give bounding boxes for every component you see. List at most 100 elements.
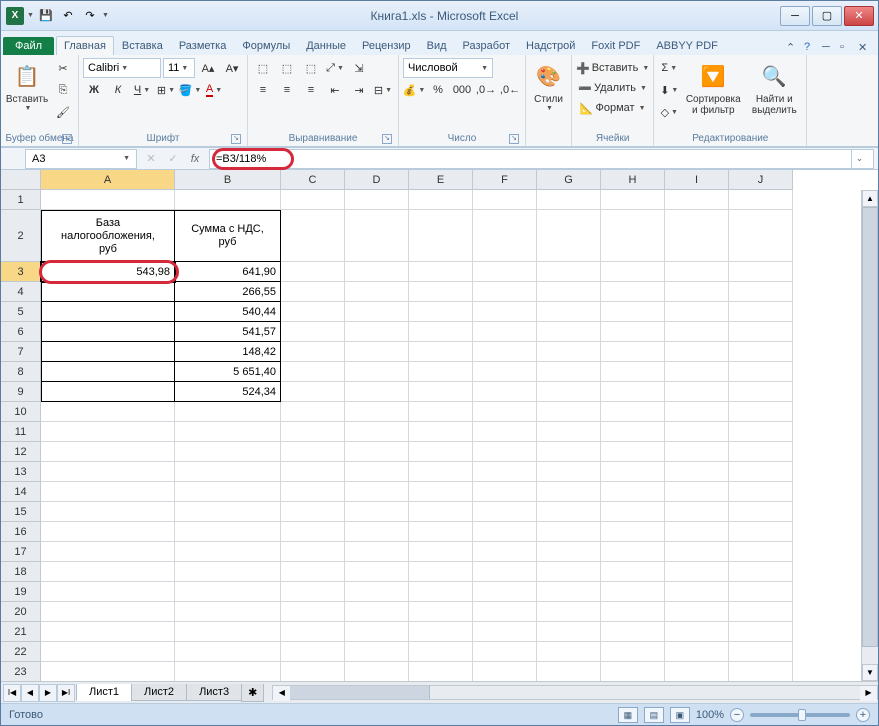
cell-E15[interactable]	[409, 502, 473, 522]
cell-D2[interactable]	[345, 210, 409, 262]
wrap-text-icon[interactable]: ⇲	[348, 58, 370, 78]
cell-J8[interactable]	[729, 362, 793, 382]
cell-F15[interactable]	[473, 502, 537, 522]
cell-A21[interactable]	[41, 622, 175, 642]
cell-C13[interactable]	[281, 462, 345, 482]
cell-J6[interactable]	[729, 322, 793, 342]
col-header-J[interactable]: J	[729, 170, 793, 190]
cell-G7[interactable]	[537, 342, 601, 362]
cells-format-button[interactable]: 📐 Формат▼	[576, 98, 649, 118]
cell-G21[interactable]	[537, 622, 601, 642]
row-header-16[interactable]: 16	[1, 522, 41, 542]
save-icon[interactable]: 💾	[36, 6, 56, 26]
cell-B9[interactable]: 524,34	[175, 382, 281, 402]
cell-D8[interactable]	[345, 362, 409, 382]
cell-C20[interactable]	[281, 602, 345, 622]
number-format-select[interactable]: Числовой▼	[403, 58, 493, 78]
indent-dec-icon[interactable]: ⇤	[324, 80, 346, 100]
cell-C18[interactable]	[281, 562, 345, 582]
alignment-launcher-icon[interactable]: ↘	[382, 134, 392, 144]
cell-B17[interactable]	[175, 542, 281, 562]
cell-C6[interactable]	[281, 322, 345, 342]
cell-B19[interactable]	[175, 582, 281, 602]
align-top-icon[interactable]: ⬚	[252, 58, 274, 78]
cell-B11[interactable]	[175, 422, 281, 442]
cell-H11[interactable]	[601, 422, 665, 442]
cell-H12[interactable]	[601, 442, 665, 462]
cell-G9[interactable]	[537, 382, 601, 402]
row-header-13[interactable]: 13	[1, 462, 41, 482]
cell-A5[interactable]	[41, 302, 175, 322]
tab-foxit[interactable]: Foxit PDF	[583, 36, 648, 55]
comma-icon[interactable]: 000	[451, 80, 473, 100]
cell-A9[interactable]	[41, 382, 175, 402]
cell-H22[interactable]	[601, 642, 665, 662]
cell-B7[interactable]: 148,42	[175, 342, 281, 362]
hscroll-thumb[interactable]	[290, 686, 430, 699]
col-header-E[interactable]: E	[409, 170, 473, 190]
cell-J14[interactable]	[729, 482, 793, 502]
clear-icon[interactable]: ◇▼	[658, 102, 680, 122]
row-header-12[interactable]: 12	[1, 442, 41, 462]
cell-A14[interactable]	[41, 482, 175, 502]
percent-icon[interactable]: %	[427, 80, 449, 100]
cell-F1[interactable]	[473, 190, 537, 210]
copy-icon[interactable]: ⎘	[52, 80, 74, 100]
styles-button[interactable]: 🎨 Стили ▼	[530, 58, 567, 114]
clipboard-launcher-icon[interactable]: ↘	[62, 134, 72, 144]
cell-G20[interactable]	[537, 602, 601, 622]
cell-I12[interactable]	[665, 442, 729, 462]
cell-F16[interactable]	[473, 522, 537, 542]
cell-D18[interactable]	[345, 562, 409, 582]
currency-icon[interactable]: 💰▼	[403, 80, 425, 100]
cell-I10[interactable]	[665, 402, 729, 422]
cell-H23[interactable]	[601, 662, 665, 681]
cell-G12[interactable]	[537, 442, 601, 462]
row-header-14[interactable]: 14	[1, 482, 41, 502]
cell-F23[interactable]	[473, 662, 537, 681]
cell-B1[interactable]	[175, 190, 281, 210]
cell-B13[interactable]	[175, 462, 281, 482]
cell-J13[interactable]	[729, 462, 793, 482]
view-normal-icon[interactable]: ▦	[618, 707, 638, 723]
cell-E12[interactable]	[409, 442, 473, 462]
cell-G2[interactable]	[537, 210, 601, 262]
cell-E11[interactable]	[409, 422, 473, 442]
tab-formulas[interactable]: Формулы	[234, 36, 298, 55]
doc-minimize-icon[interactable]: ─	[822, 41, 836, 55]
merge-icon[interactable]: ⊟▼	[372, 80, 394, 100]
row-header-23[interactable]: 23	[1, 662, 41, 681]
cell-F17[interactable]	[473, 542, 537, 562]
tab-review[interactable]: Рецензир	[354, 36, 419, 55]
sheet-nav-last-icon[interactable]: ▶I	[57, 684, 75, 702]
cell-C4[interactable]	[281, 282, 345, 302]
col-header-B[interactable]: B	[175, 170, 281, 190]
cell-C1[interactable]	[281, 190, 345, 210]
cell-D10[interactable]	[345, 402, 409, 422]
cell-H4[interactable]	[601, 282, 665, 302]
bold-icon[interactable]: Ж	[83, 80, 105, 100]
cell-H8[interactable]	[601, 362, 665, 382]
cell-A6[interactable]	[41, 322, 175, 342]
cell-G23[interactable]	[537, 662, 601, 681]
cell-E17[interactable]	[409, 542, 473, 562]
zoom-slider[interactable]	[750, 713, 850, 717]
cell-F3[interactable]	[473, 262, 537, 282]
cell-I11[interactable]	[665, 422, 729, 442]
cell-H10[interactable]	[601, 402, 665, 422]
cell-I4[interactable]	[665, 282, 729, 302]
redo-icon[interactable]: ↷	[80, 6, 100, 26]
col-header-A[interactable]: A	[41, 170, 175, 190]
doc-close-icon[interactable]: ✕	[858, 41, 872, 55]
cell-F8[interactable]	[473, 362, 537, 382]
cell-E22[interactable]	[409, 642, 473, 662]
cell-C5[interactable]	[281, 302, 345, 322]
cell-J18[interactable]	[729, 562, 793, 582]
cell-D7[interactable]	[345, 342, 409, 362]
cell-H1[interactable]	[601, 190, 665, 210]
fill-icon[interactable]: ⬇▼	[658, 80, 680, 100]
cell-D4[interactable]	[345, 282, 409, 302]
vertical-scrollbar[interactable]: ▲ ▼	[861, 190, 878, 681]
cell-B22[interactable]	[175, 642, 281, 662]
cell-G18[interactable]	[537, 562, 601, 582]
